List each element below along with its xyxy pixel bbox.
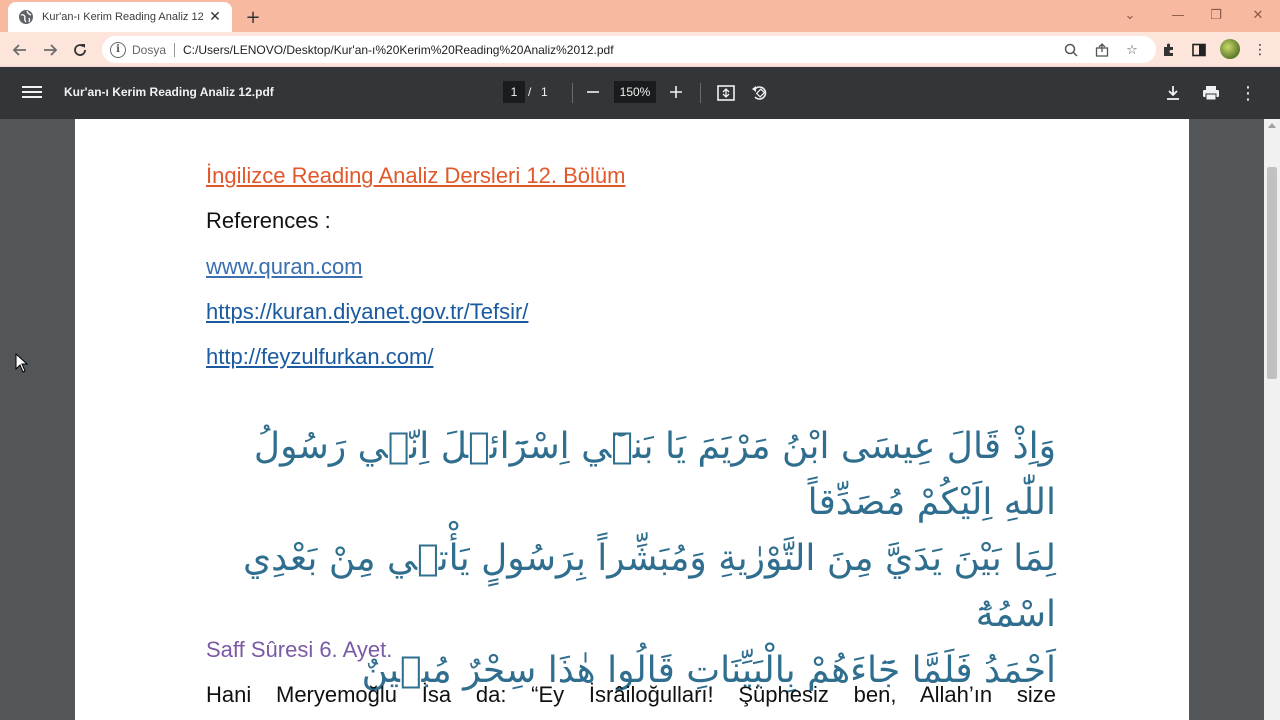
arabic-line: لِمَا بَيْنَ يَدَيَّ مِنَ التَّوْرٰيةِ و… [242, 538, 1056, 635]
minimize-icon[interactable]: — [1166, 6, 1190, 24]
rotate-icon[interactable] [748, 81, 772, 105]
arrow-left-icon [12, 44, 26, 56]
feyzulfurkan-link[interactable]: http://feyzulfurkan.com/ [206, 344, 433, 370]
bookmark-star-icon[interactable]: ☆ [1124, 42, 1140, 58]
back-button[interactable] [8, 38, 32, 62]
pdf-document-title: Kur'an-ı Kerim Reading Analiz 12.pdf [64, 85, 274, 99]
plus-icon [670, 86, 682, 98]
browser-toolbar: i Dosya C:/Users/LENOVO/Desktop/Kur'an-ı… [0, 32, 1280, 67]
browser-menu-icon[interactable]: ⋮ [1250, 40, 1270, 60]
page-separator: / [528, 85, 532, 99]
mouse-cursor-icon [15, 353, 29, 373]
pdf-toolbar: Kur'an-ı Kerim Reading Analiz 12.pdf 1 /… [0, 67, 1280, 119]
zoom-magnifier-icon[interactable] [1063, 42, 1079, 58]
page-total: 1 [541, 85, 548, 99]
toolbar-divider [700, 83, 701, 103]
profile-avatar[interactable] [1220, 39, 1240, 59]
share-icon[interactable] [1094, 42, 1110, 58]
arrow-right-icon [44, 44, 58, 56]
download-icon[interactable] [1161, 81, 1185, 105]
hamburger-menu-icon[interactable] [22, 83, 42, 103]
new-tab-button[interactable]: + [242, 6, 264, 28]
zoom-out-button[interactable] [582, 81, 604, 103]
site-info-icon[interactable]: i [110, 41, 126, 58]
references-label: References : [206, 208, 331, 233]
globe-icon [19, 10, 33, 24]
tab-search-chevron-icon[interactable]: ⌄ [1118, 6, 1142, 24]
scrollbar-thumb[interactable] [1267, 167, 1277, 379]
reload-button[interactable] [68, 38, 92, 62]
restore-icon[interactable]: ❐ [1204, 6, 1228, 24]
diyanet-link[interactable]: https://kuran.diyanet.gov.tr/Tefsir/ [206, 299, 528, 325]
document-heading[interactable]: İngilizce Reading Analiz Dersleri 12. Bö… [206, 163, 625, 189]
pdf-viewport[interactable]: İngilizce Reading Analiz Dersleri 12. Bö… [0, 119, 1264, 720]
print-icon[interactable] [1199, 81, 1223, 105]
fit-to-page-icon[interactable] [714, 81, 738, 105]
translation-text: Hani Meryemoğlu İsa da: “Ey İsrâiloğulla… [206, 682, 1056, 707]
tab-title: Kur'an-ı Kerim Reading Analiz 12 [42, 11, 204, 23]
address-divider [174, 42, 176, 57]
tab-strip: Kur'an-ı Kerim Reading Analiz 12 ✕ + ⌄ —… [0, 0, 1280, 32]
tab-close-icon[interactable]: ✕ [206, 8, 224, 26]
extensions-puzzle-icon[interactable] [1159, 40, 1179, 60]
side-panel-icon[interactable] [1189, 40, 1209, 60]
zoom-level-input[interactable]: 150% [614, 81, 656, 103]
forward-button[interactable] [38, 38, 62, 62]
sura-reference: Saff Sûresi 6. Ayet. [206, 637, 393, 662]
scheme-label: Dosya [132, 42, 167, 57]
quran-link[interactable]: www.quran.com [206, 254, 363, 280]
scroll-up-arrow-icon[interactable] [1268, 123, 1276, 128]
pdf-page: İngilizce Reading Analiz Dersleri 12. Bö… [75, 119, 1189, 720]
more-options-icon[interactable]: ⋮ [1236, 81, 1260, 105]
window-close-icon[interactable]: ✕ [1246, 6, 1270, 24]
minus-icon [587, 91, 599, 93]
address-bar[interactable]: i Dosya C:/Users/LENOVO/Desktop/Kur'an-ı… [102, 36, 1156, 63]
reload-icon [74, 44, 86, 56]
browser-tab[interactable]: Kur'an-ı Kerim Reading Analiz 12 ✕ [8, 2, 232, 32]
url-text[interactable]: C:/Users/LENOVO/Desktop/Kur'an-ı%20Kerim… [183, 43, 614, 57]
vertical-scrollbar[interactable] [1264, 119, 1280, 720]
toolbar-divider [572, 83, 573, 103]
arabic-line: وَاِذْ قَالَ عِيسَى ابْنُ مَرْيَمَ يَا ب… [253, 426, 1056, 523]
page-number-input[interactable]: 1 [503, 81, 525, 103]
zoom-in-button[interactable] [665, 81, 687, 103]
